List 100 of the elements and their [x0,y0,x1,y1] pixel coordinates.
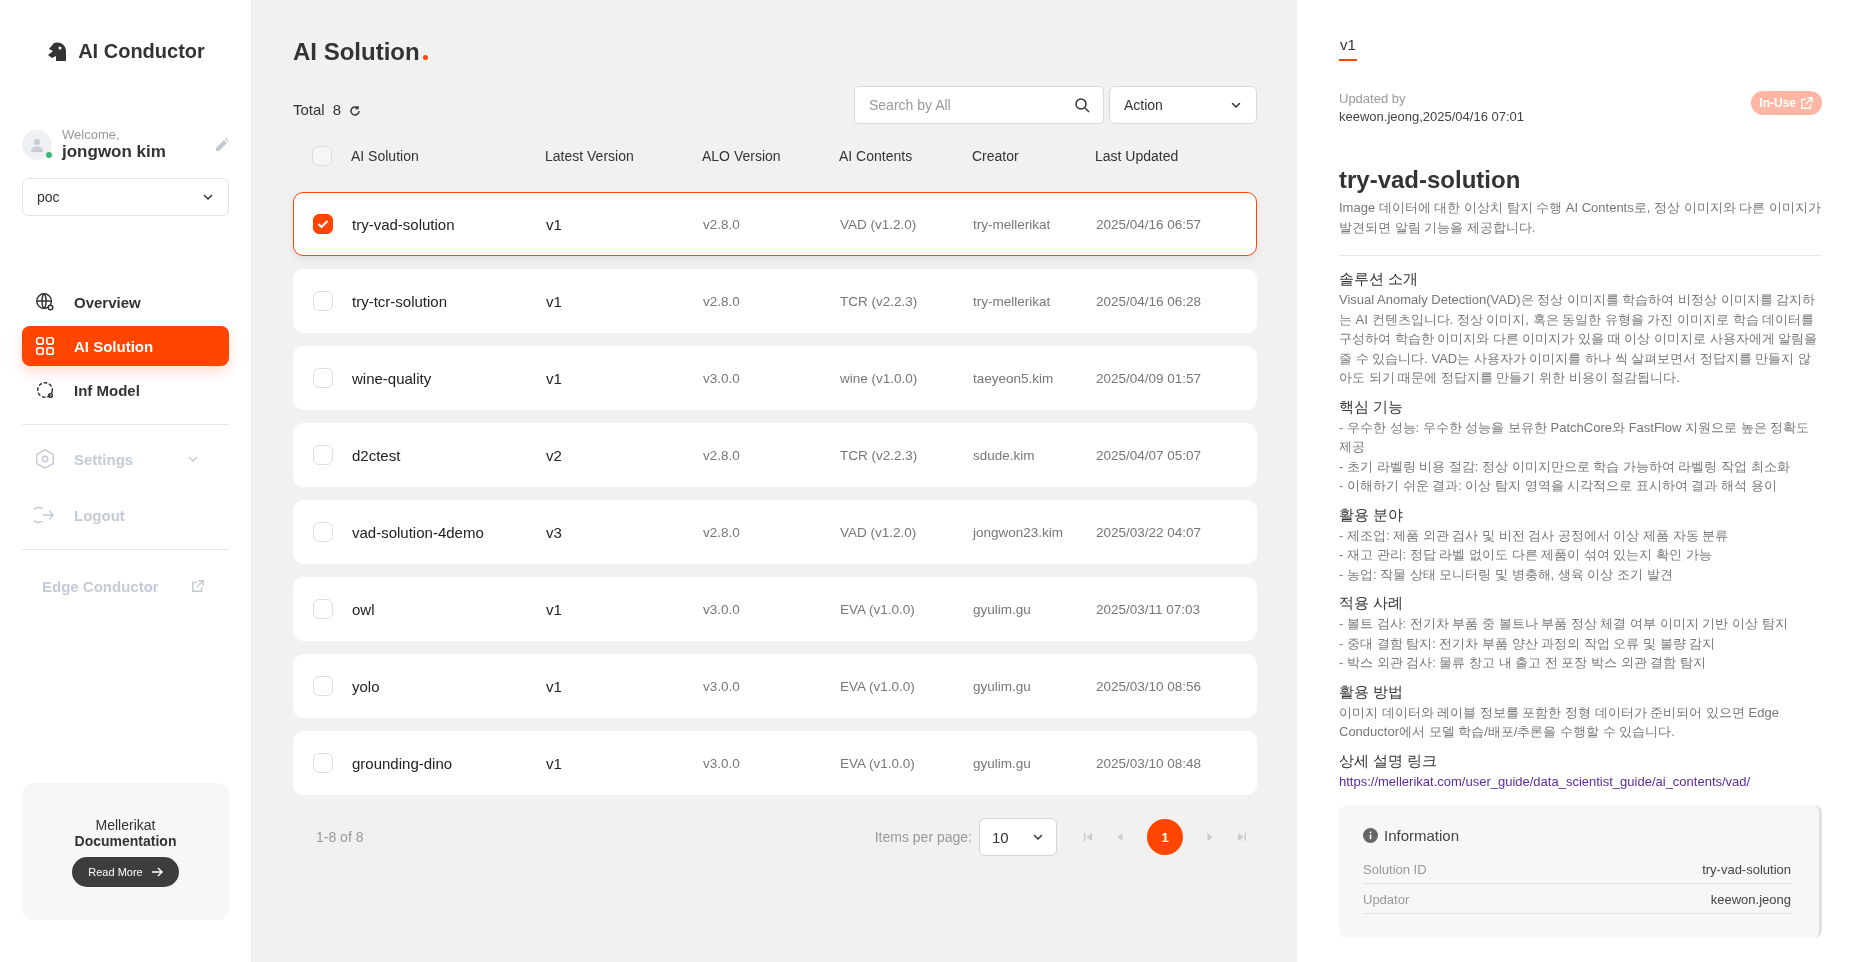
section-text: - 우수한 성능: 우수한 성능을 보유한 PatchCore와 FastFlow 지원으로 높은 정확도 제공 [1339,418,1811,456]
action-select[interactable]: Action [1109,86,1257,124]
external-link-icon [1800,96,1814,110]
section-heading: 솔루션 소개 [1339,270,1420,289]
table-cell-text: vad-solution-4demo [352,523,485,541]
range-text: 1-8 of 8 [316,829,364,845]
solution-row[interactable]: wine-quality v1 v3.0.0 wine (v1.0.0) taeyeon5.kim 2025/04/09 01:57 [293,346,1257,410]
solution-row[interactable]: grounding-dino v1 v3.0.0 EVA (v1.0.0) gyulim.gu 2025/03/10 08:48 [293,731,1257,795]
table-cell-text: 2025/04/16 06:57 [1096,216,1203,232]
table-cell-text: v3.0.0 [703,678,741,694]
solution-row[interactable]: d2ctest v2 v2.8.0 TCR (v2.2.3) sdude.kim 2025/04/07 05:07 [293,423,1257,487]
table-cell-text: EVA (v1.0.0) [840,755,916,771]
row-checkbox[interactable] [313,214,333,234]
section-text: - 초기 라벨링 비용 절감: 정상 이미지만으로 학습 가능하여 라벨링 작업 최소화 [1339,457,1791,476]
app-logo-text: AI Conductor [78,40,205,63]
table-cell-text: d2ctest [352,446,402,464]
last-page-icon[interactable] [1237,832,1247,842]
workspace-select[interactable]: poc [22,178,229,216]
table-cell-text: v3.0.0 [703,755,741,771]
section-heading: 활용 분야 [1339,505,1405,525]
column-header: AI Contents [839,148,914,164]
guide-link[interactable]: https://mellerikat.com/user_guide/data_scientist_guide/ai_contents/vad/ [1339,773,1751,789]
table-cell-text: v3.0.0 [703,601,741,617]
table-cell-text: EVA (v1.0.0) [840,601,916,617]
section-heading: 상세 설명 링크 [1339,751,1439,771]
section-text: - 박스 외관 검사: 물류 창고 내 출고 전 포장 박스 외관 결함 탐지 [1339,654,1707,672]
nav-item[interactable]: Overview [22,282,229,322]
table-cell-text: EVA (v1.0.0) [840,678,916,694]
section-text: Visual Anomaly Detection(VAD)은 정상 이미지를 학습하여 비정상 이미지를 감지하는 AI 컨텐츠입니다. 정상 이미지, 혹은 동일한 유형을 가진 이미지로 학습 데이터를 구성하여 학습한 이미지와 다른 이미지가 있을 때 이상 이미지로 사용자에게 알림을 줄 수 있습니다. VAD는 사용자가 이미지를 하나 씩 살펴보면서 정답지를 만들지 않아도 되기 때문에 정답지를 만들기 위한 비용이 절감됩니다. [1339,291,1819,387]
section-text: - 볼트 검사: 전기차 부품 중 볼트나 부품 정상 체결 여부 이미지 기반 이상 탐지 [1339,615,1789,633]
table-cell-text: jongwon23.kim [973,524,1065,540]
first-page-icon[interactable] [1083,832,1093,842]
table-cell-text: v1 [546,215,563,233]
table-cell-text: try-mellerikat [973,293,1052,309]
table-cell-text: 2025/03/10 08:48 [1096,755,1203,771]
solution-row[interactable]: owl v1 v3.0.0 EVA (v1.0.0) gyulim.gu 2025/03/11 07:03 [293,577,1257,641]
person-icon [30,137,44,152]
per-page-select[interactable]: 10 [979,818,1057,856]
table-cell-text: 2025/04/09 01:57 [1096,370,1203,386]
table-cell-text: gyulim.gu [973,755,1032,771]
table-cell-text: VAD (v1.2.0) [840,524,918,540]
section-heading: 적용 사례 [1339,594,1405,613]
info-value: try-vad-solution [1702,861,1791,877]
solution-description: Image 데이터에 대한 이상치 탐지 수행 AI Contents로, 정상 이미지와 다른 이미지가 발견되면 알림 기능을 제공합니다. [1339,199,1822,237]
solution-row[interactable]: try-tcr-solution v1 v2.8.0 TCR (v2.2.3) try-mellerikat 2025/04/16 06:28 [293,269,1257,333]
table-cell-text: try-mellerikat [973,216,1052,232]
info-value: keewon.jeong [1710,891,1791,907]
total-count: 8 [332,101,342,120]
table-cell-text: v1 [546,369,563,387]
version-tab[interactable]: v1 [1339,36,1357,61]
items-per-page-label: Items per page: [874,829,972,845]
user-name: jongwon kim [62,142,167,162]
read-more-button[interactable]: Read More [72,856,179,887]
hexagon-gear-icon [34,448,56,470]
solution-title: try-vad-solution [1339,166,1522,194]
nav-item[interactable]: Inf Model [22,370,229,410]
table-cell-text: VAD (v1.2.0) [840,216,918,232]
table-cell-text: 2025/03/10 08:56 [1096,678,1203,694]
table-cell-text: gyulim.gu [973,678,1032,694]
column-header: Last Updated [1095,148,1180,164]
select-all-checkbox[interactable] [312,146,332,166]
table-cell-text: wine (v1.0.0) [840,370,919,386]
table-cell-text: v1 [546,677,563,695]
doc-card-text: Mellerikat [95,816,156,833]
table-cell-text: v2.8.0 [703,293,741,309]
solution-row[interactable]: vad-solution-4demo v3 v2.8.0 VAD (v1.2.0) jongwon23.kim 2025/03/22 04:07 [293,500,1257,564]
logout-icon [34,504,56,526]
refresh-icon[interactable] [349,105,362,117]
section-text: - 중대 결함 탐지: 전기차 부품 양산 과정의 작업 오류 및 불량 감지 [1339,634,1717,653]
table-cell-text: v3 [546,523,563,541]
table-cell-text: v3.0.0 [703,370,741,386]
updated-by-value: keewon.jeong,2025/04/16 07:01 [1339,109,1525,124]
page-title: AI Solution [293,38,1257,66]
table-cell-text: v1 [546,292,563,310]
table-cell-text: 2025/03/22 04:07 [1096,524,1203,540]
table-cell-text: TCR (v2.2.3) [840,293,919,309]
info-label: Updator [1363,891,1410,907]
arrow-right-icon [150,866,163,877]
table-cell-text: owl [352,600,376,618]
table-cell-text: v2.8.0 [703,216,741,232]
table-cell-text: 2025/03/11 07:03 [1096,601,1202,617]
table-cell-text: gyulim.gu [973,601,1032,617]
section-text: - 제조업: 제품 외관 검사 및 비전 검사 공정에서 이상 제품 자동 분류 [1339,526,1730,545]
search-field[interactable]: Search by All [854,86,1104,124]
solution-row[interactable]: try-vad-solution v1 v2.8.0 VAD (v1.2.0) try-mellerikat 2025/04/16 06:57 [293,192,1257,256]
info-icon [1363,827,1378,843]
table-cell-text: v2.8.0 [703,447,741,463]
solution-row[interactable]: yolo v1 v3.0.0 EVA (v1.0.0) gyulim.gu 2025/03/10 08:56 [293,654,1257,718]
next-page-icon[interactable] [1205,832,1215,842]
edit-icon[interactable] [215,137,229,152]
section-heading: 핵심 기능 [1339,397,1405,417]
check-icon [317,219,329,229]
welcome-text: Welcome, [62,127,121,142]
section-text: - 재고 관리: 정답 라벨 없이도 다른 제품이 섞여 있는지 확인 가능 [1339,546,1713,564]
updated-by-label: Updated by [1339,91,1407,106]
search-icon [1074,97,1090,113]
section-text: - 농업: 작물 상태 모니터링 및 병충해, 생육 이상 조기 발견 [1339,565,1674,584]
previous-page-icon[interactable] [1115,832,1125,842]
doc-card-title: Documentation [74,832,177,849]
model-cycle-icon [34,379,56,401]
